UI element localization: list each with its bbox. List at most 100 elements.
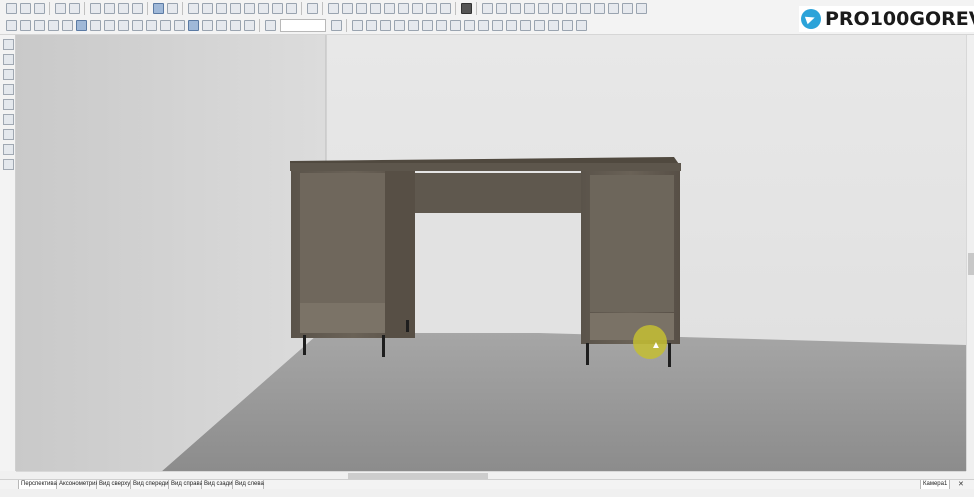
align-center-icon[interactable] [341, 3, 353, 14]
tool-k-icon[interactable] [491, 20, 503, 31]
zoom-search-icon[interactable] [264, 20, 276, 31]
sphere-icon[interactable] [166, 3, 178, 14]
shape-icon[interactable] [19, 20, 31, 31]
edit-tool-icon[interactable] [3, 114, 14, 125]
tab-perspective[interactable]: Перспектива [18, 480, 57, 489]
distribute-v-icon[interactable] [425, 3, 437, 14]
brush-icon[interactable] [3, 99, 14, 110]
dropdown-icon[interactable] [330, 20, 342, 31]
panel-icon[interactable] [215, 3, 227, 14]
layout-icon[interactable] [201, 3, 213, 14]
close-icon[interactable]: ✕ [958, 480, 964, 489]
move-right-icon[interactable] [523, 3, 535, 14]
paste-icon[interactable] [117, 3, 129, 14]
globe-icon[interactable] [152, 3, 164, 14]
tab-axonometry[interactable]: Аксонометрия [57, 480, 99, 489]
tool-p-icon[interactable] [561, 20, 573, 31]
texture-icon[interactable] [117, 20, 129, 31]
render-mode-icon[interactable] [75, 20, 87, 31]
scale-tool-icon[interactable] [3, 69, 14, 80]
wireframe-icon[interactable] [131, 20, 143, 31]
zoom-input[interactable] [280, 19, 326, 32]
sum-icon[interactable] [306, 3, 318, 14]
tool-e-icon[interactable] [407, 20, 419, 31]
new-file-icon[interactable] [5, 3, 17, 14]
tab-right-view[interactable]: Вид справа [169, 480, 203, 489]
light-icon[interactable] [103, 20, 115, 31]
align-top-icon[interactable] [369, 3, 381, 14]
group-icon[interactable] [579, 3, 591, 14]
folder-icon[interactable] [187, 3, 199, 14]
flip-icon[interactable] [551, 3, 563, 14]
align-bottom-icon[interactable] [397, 3, 409, 14]
tool-c-icon[interactable] [379, 20, 391, 31]
tool-l-icon[interactable] [505, 20, 517, 31]
panel-6-icon[interactable] [285, 3, 297, 14]
tool-n-icon[interactable] [533, 20, 545, 31]
orbit-icon[interactable] [187, 20, 199, 31]
fit-view-icon[interactable] [215, 20, 227, 31]
solid-icon[interactable] [145, 20, 157, 31]
tab-left-view[interactable]: Вид слева [233, 480, 264, 489]
tool-g-icon[interactable] [435, 20, 447, 31]
panel-2-icon[interactable] [229, 3, 241, 14]
align-left-icon[interactable] [327, 3, 339, 14]
settings-icon[interactable] [635, 3, 647, 14]
measure-icon[interactable] [243, 20, 255, 31]
tool-f-icon[interactable] [421, 20, 433, 31]
rotate-tool-icon[interactable] [3, 54, 14, 65]
align-middle-icon[interactable] [383, 3, 395, 14]
shape-3-icon[interactable] [47, 20, 59, 31]
open-file-icon[interactable] [19, 3, 31, 14]
undo-icon[interactable] [131, 3, 143, 14]
pan-icon[interactable] [201, 20, 213, 31]
align-right-icon[interactable] [355, 3, 367, 14]
eye-view-icon[interactable] [159, 20, 171, 31]
tool-a-icon[interactable] [351, 20, 363, 31]
pipette-icon[interactable] [3, 84, 14, 95]
tool-q-icon[interactable] [575, 20, 587, 31]
vertical-scroll-thumb[interactable] [968, 253, 974, 275]
panel-3-icon[interactable] [243, 3, 255, 14]
tab-front-view[interactable]: Вид спереди [131, 480, 169, 489]
zoom-icon[interactable] [173, 20, 185, 31]
move-up-icon[interactable] [481, 3, 493, 14]
edit-tool-4-icon[interactable] [3, 159, 14, 170]
tab-top-view[interactable]: Вид сверху [97, 480, 131, 489]
select-icon[interactable] [5, 20, 17, 31]
tab-camera[interactable]: Камера1 [920, 480, 951, 489]
tool-i-icon[interactable] [463, 20, 475, 31]
rotate-icon[interactable] [439, 3, 451, 14]
eye-icon[interactable] [621, 3, 633, 14]
tool-o-icon[interactable] [547, 20, 559, 31]
tool-j-icon[interactable] [477, 20, 489, 31]
tool-d-icon[interactable] [393, 20, 405, 31]
move-left-icon[interactable] [509, 3, 521, 14]
shape-2-icon[interactable] [33, 20, 45, 31]
tool-b-icon[interactable] [365, 20, 377, 31]
vertical-scrollbar[interactable] [966, 35, 974, 471]
stack-icon[interactable] [565, 3, 577, 14]
ungroup-icon[interactable] [593, 3, 605, 14]
tool-m-icon[interactable] [519, 20, 531, 31]
cut-icon[interactable] [89, 3, 101, 14]
tool-h-icon[interactable] [449, 20, 461, 31]
tab-back-view[interactable]: Вид сзади [202, 480, 233, 489]
link-icon[interactable] [607, 3, 619, 14]
distribute-h-icon[interactable] [411, 3, 423, 14]
panel-5-icon[interactable] [271, 3, 283, 14]
panel-4-icon[interactable] [257, 3, 269, 14]
save-icon[interactable] [33, 3, 45, 14]
3d-viewport[interactable] [16, 35, 966, 471]
edit-tool-2-icon[interactable] [3, 129, 14, 140]
render-mode-2-icon[interactable] [89, 20, 101, 31]
mirror-icon[interactable] [537, 3, 549, 14]
grid-icon[interactable] [460, 3, 472, 14]
preview-icon[interactable] [54, 3, 66, 14]
pointer-icon[interactable] [3, 39, 14, 50]
shape-4-icon[interactable] [61, 20, 73, 31]
magnet-icon[interactable] [229, 20, 241, 31]
edit-tool-3-icon[interactable] [3, 144, 14, 155]
print-icon[interactable] [68, 3, 80, 14]
move-down-icon[interactable] [495, 3, 507, 14]
